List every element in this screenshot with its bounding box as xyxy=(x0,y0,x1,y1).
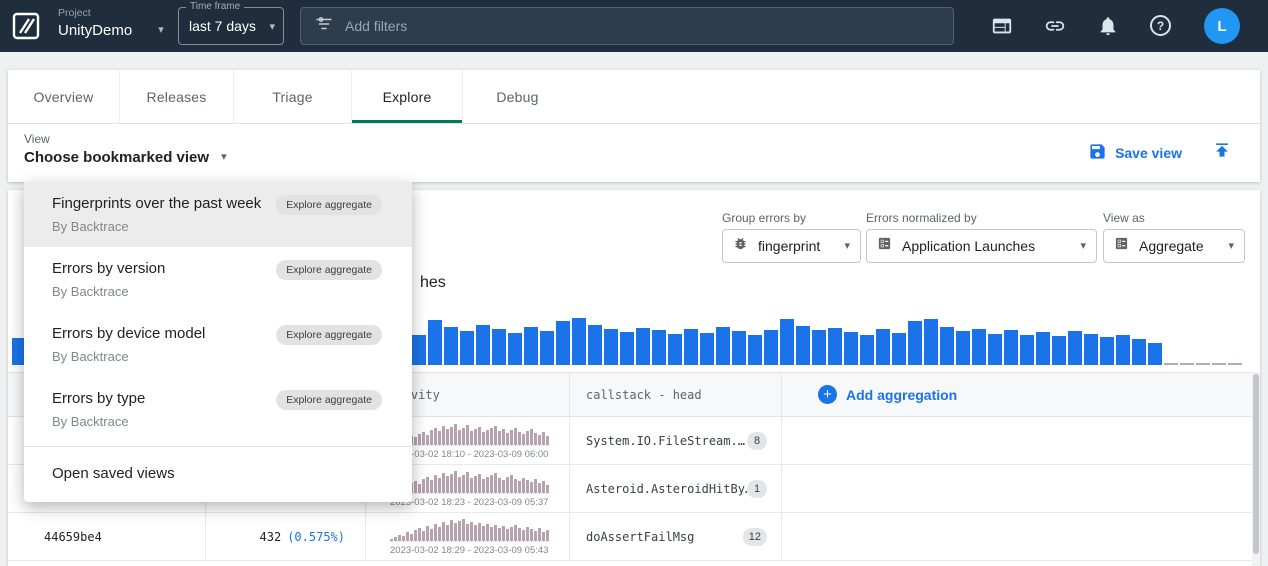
menu-divider xyxy=(24,446,412,447)
list-ballot-icon xyxy=(1114,236,1129,256)
project-value: UnityDemo xyxy=(58,22,132,39)
help-icon[interactable]: ? xyxy=(1150,15,1171,36)
view-label: View xyxy=(24,132,50,146)
chevron-down-icon: ▾ xyxy=(1228,241,1234,252)
activity-sparkline xyxy=(390,520,550,542)
tab-debug[interactable]: Debug xyxy=(463,70,572,123)
tab-overview[interactable]: Overview xyxy=(8,70,120,123)
chevron-down-icon: ▾ xyxy=(158,25,164,36)
save-view-button[interactable]: Save view xyxy=(1088,142,1182,164)
activity-date-range: 2023-03-02 18:23 - 2023-03-09 05:37 xyxy=(390,497,569,508)
filters-bar[interactable] xyxy=(300,7,954,45)
header-callstack-head[interactable]: callstack - head xyxy=(570,373,782,416)
section-title-fragment: hes xyxy=(420,274,446,292)
vertical-scrollbar[interactable] xyxy=(1252,372,1260,566)
tab-releases[interactable]: Releases xyxy=(120,70,234,123)
timeframe-label: Time frame xyxy=(186,1,244,12)
user-avatar[interactable]: L xyxy=(1204,8,1240,44)
bookmarked-view-dropdown[interactable]: Choose bookmarked view ▾ xyxy=(24,149,227,166)
bookmarked-views-menu: Fingerprints over the past week Explore … xyxy=(24,182,412,502)
top-bar: Project UnityDemo ▾ Time frame last 7 da… xyxy=(0,0,1268,52)
activity-sparkline xyxy=(390,424,550,446)
view-bar: View Choose bookmarked view ▾ Save view xyxy=(8,124,1260,181)
chevron-down-icon: ▾ xyxy=(844,241,850,252)
save-icon xyxy=(1088,142,1107,164)
chevron-down-icon: ▾ xyxy=(269,22,275,33)
share-link-icon[interactable] xyxy=(1044,15,1066,37)
chevron-down-icon: ▾ xyxy=(221,152,227,163)
fingerprint-bug-icon xyxy=(733,236,748,256)
table-row[interactable]: 44659be4 432(0.575%) 2023-03-02 18:29 - … xyxy=(8,513,1252,561)
view-as-label: View as xyxy=(1103,211,1145,225)
backtrace-logo-icon[interactable] xyxy=(12,11,40,46)
menu-item-errors-by-device-model[interactable]: Errors by device model Explore aggregate… xyxy=(24,312,412,377)
notifications-bell-icon[interactable] xyxy=(1097,15,1119,37)
project-label: Project xyxy=(58,7,164,19)
filter-icon xyxy=(315,15,333,38)
menu-item-open-saved-views[interactable]: Open saved views xyxy=(24,451,412,496)
view-as-select[interactable]: Aggregate ▾ xyxy=(1103,229,1245,263)
callstack-count-badge: 8 xyxy=(747,432,767,450)
count-percentage-link[interactable]: (0.575%) xyxy=(287,530,345,544)
callstack-count-badge: 1 xyxy=(747,480,767,498)
normalized-by-select[interactable]: Application Launches ▾ xyxy=(866,229,1097,263)
activity-date-range: 2023-03-02 18:10 - 2023-03-09 06:00 xyxy=(390,449,569,460)
group-by-select[interactable]: fingerprint ▾ xyxy=(722,229,861,263)
tab-triage[interactable]: Triage xyxy=(234,70,352,123)
callstack-count-badge: 12 xyxy=(743,528,767,546)
project-selector[interactable]: Project UnityDemo ▾ xyxy=(58,7,164,39)
scrollbar-thumb[interactable] xyxy=(1253,374,1259,554)
activity-sparkline xyxy=(390,472,550,494)
backtrace-explore-screen: Project UnityDemo ▾ Time frame last 7 da… xyxy=(0,0,1268,566)
plus-circle-icon: + xyxy=(818,385,837,404)
add-aggregation-button[interactable]: + Add aggregation xyxy=(782,373,1252,416)
activity-date-range: 2023-03-02 18:29 - 2023-03-09 05:43 xyxy=(390,545,569,556)
timeframe-value: last 7 days xyxy=(189,18,256,34)
menu-item-fingerprints-over-past-week[interactable]: Fingerprints over the past week Explore … xyxy=(24,182,412,247)
timeframe-selector[interactable]: Time frame last 7 days ▾ xyxy=(178,7,284,45)
fingerprint-hash: 44659be4 xyxy=(44,530,102,544)
filters-input[interactable] xyxy=(345,18,905,34)
menu-item-errors-by-type[interactable]: Errors by type Explore aggregate By Back… xyxy=(24,377,412,442)
group-errors-by-label: Group errors by xyxy=(722,211,806,225)
dashboard-view-icon[interactable] xyxy=(991,15,1013,37)
tab-bar: Overview Releases Triage Explore Debug xyxy=(8,70,1260,124)
explore-aggregate-badge: Explore aggregate xyxy=(276,325,382,345)
chevron-down-icon: ▾ xyxy=(1080,241,1086,252)
publish-view-icon[interactable] xyxy=(1212,140,1232,165)
explore-aggregate-badge: Explore aggregate xyxy=(276,390,382,410)
errors-normalized-by-label: Errors normalized by xyxy=(866,211,977,225)
list-ballot-icon xyxy=(877,236,892,256)
explore-aggregate-badge: Explore aggregate xyxy=(276,260,382,280)
explore-aggregate-badge: Explore aggregate xyxy=(276,195,382,215)
tab-explore[interactable]: Explore xyxy=(352,70,463,123)
navigation-card: Overview Releases Triage Explore Debug V… xyxy=(8,70,1260,182)
menu-item-errors-by-version[interactable]: Errors by version Explore aggregate By B… xyxy=(24,247,412,312)
